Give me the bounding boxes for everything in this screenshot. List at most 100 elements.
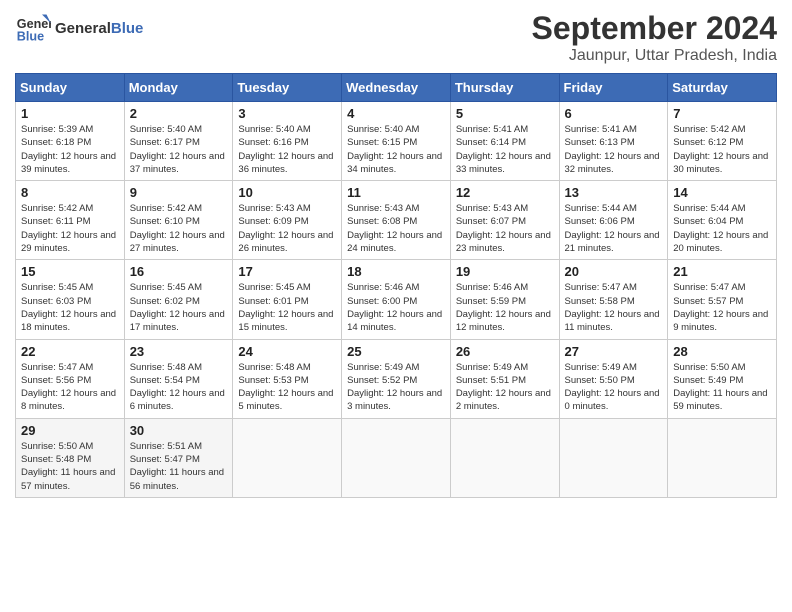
col-wednesday: Wednesday [342, 74, 451, 102]
calendar-cell [668, 418, 777, 497]
col-saturday: Saturday [668, 74, 777, 102]
day-number: 19 [456, 264, 554, 279]
day-info: Sunrise: 5:42 AMSunset: 6:10 PMDaylight:… [130, 202, 228, 255]
col-sunday: Sunday [16, 74, 125, 102]
day-info: Sunrise: 5:48 AMSunset: 5:54 PMDaylight:… [130, 361, 228, 414]
day-info: Sunrise: 5:42 AMSunset: 6:11 PMDaylight:… [21, 202, 119, 255]
day-info: Sunrise: 5:49 AMSunset: 5:51 PMDaylight:… [456, 361, 554, 414]
header-row: Sunday Monday Tuesday Wednesday Thursday… [16, 74, 777, 102]
calendar-cell [342, 418, 451, 497]
day-number: 17 [238, 264, 336, 279]
day-number: 23 [130, 344, 228, 359]
day-info: Sunrise: 5:46 AMSunset: 5:59 PMDaylight:… [456, 281, 554, 334]
day-number: 21 [673, 264, 771, 279]
calendar-cell: 4 Sunrise: 5:40 AMSunset: 6:15 PMDayligh… [342, 102, 451, 181]
day-number: 11 [347, 185, 445, 200]
day-number: 4 [347, 106, 445, 121]
calendar-cell: 3 Sunrise: 5:40 AMSunset: 6:16 PMDayligh… [233, 102, 342, 181]
day-number: 7 [673, 106, 771, 121]
col-monday: Monday [124, 74, 233, 102]
calendar-cell: 1 Sunrise: 5:39 AMSunset: 6:18 PMDayligh… [16, 102, 125, 181]
day-number: 26 [456, 344, 554, 359]
header: General Blue GeneralBlue September 2024 … [15, 10, 777, 65]
calendar-table: Sunday Monday Tuesday Wednesday Thursday… [15, 73, 777, 498]
col-thursday: Thursday [450, 74, 559, 102]
day-number: 25 [347, 344, 445, 359]
day-info: Sunrise: 5:48 AMSunset: 5:53 PMDaylight:… [238, 361, 336, 414]
day-info: Sunrise: 5:44 AMSunset: 6:04 PMDaylight:… [673, 202, 771, 255]
day-number: 5 [456, 106, 554, 121]
calendar-cell: 14 Sunrise: 5:44 AMSunset: 6:04 PMDaylig… [668, 181, 777, 260]
calendar-cell: 15 Sunrise: 5:45 AMSunset: 6:03 PMDaylig… [16, 260, 125, 339]
day-info: Sunrise: 5:43 AMSunset: 6:09 PMDaylight:… [238, 202, 336, 255]
calendar-cell: 29 Sunrise: 5:50 AMSunset: 5:48 PMDaylig… [16, 418, 125, 497]
day-info: Sunrise: 5:42 AMSunset: 6:12 PMDaylight:… [673, 123, 771, 176]
calendar-cell: 2 Sunrise: 5:40 AMSunset: 6:17 PMDayligh… [124, 102, 233, 181]
calendar-cell: 7 Sunrise: 5:42 AMSunset: 6:12 PMDayligh… [668, 102, 777, 181]
location-title: Jaunpur, Uttar Pradesh, India [532, 47, 777, 65]
calendar-cell: 22 Sunrise: 5:47 AMSunset: 5:56 PMDaylig… [16, 339, 125, 418]
calendar-cell: 21 Sunrise: 5:47 AMSunset: 5:57 PMDaylig… [668, 260, 777, 339]
calendar-cell: 13 Sunrise: 5:44 AMSunset: 6:06 PMDaylig… [559, 181, 668, 260]
day-info: Sunrise: 5:41 AMSunset: 6:14 PMDaylight:… [456, 123, 554, 176]
day-number: 1 [21, 106, 119, 121]
calendar-cell: 30 Sunrise: 5:51 AMSunset: 5:47 PMDaylig… [124, 418, 233, 497]
day-info: Sunrise: 5:44 AMSunset: 6:06 PMDaylight:… [565, 202, 663, 255]
calendar-cell: 18 Sunrise: 5:46 AMSunset: 6:00 PMDaylig… [342, 260, 451, 339]
day-info: Sunrise: 5:43 AMSunset: 6:07 PMDaylight:… [456, 202, 554, 255]
day-number: 29 [21, 423, 119, 438]
calendar-cell: 8 Sunrise: 5:42 AMSunset: 6:11 PMDayligh… [16, 181, 125, 260]
calendar-cell [233, 418, 342, 497]
calendar-cell: 10 Sunrise: 5:43 AMSunset: 6:09 PMDaylig… [233, 181, 342, 260]
day-number: 28 [673, 344, 771, 359]
calendar-cell: 27 Sunrise: 5:49 AMSunset: 5:50 PMDaylig… [559, 339, 668, 418]
day-info: Sunrise: 5:45 AMSunset: 6:03 PMDaylight:… [21, 281, 119, 334]
day-info: Sunrise: 5:39 AMSunset: 6:18 PMDaylight:… [21, 123, 119, 176]
day-info: Sunrise: 5:49 AMSunset: 5:52 PMDaylight:… [347, 361, 445, 414]
calendar-cell: 28 Sunrise: 5:50 AMSunset: 5:49 PMDaylig… [668, 339, 777, 418]
day-info: Sunrise: 5:40 AMSunset: 6:16 PMDaylight:… [238, 123, 336, 176]
col-tuesday: Tuesday [233, 74, 342, 102]
day-info: Sunrise: 5:50 AMSunset: 5:49 PMDaylight:… [673, 361, 771, 414]
day-info: Sunrise: 5:41 AMSunset: 6:13 PMDaylight:… [565, 123, 663, 176]
calendar-cell: 20 Sunrise: 5:47 AMSunset: 5:58 PMDaylig… [559, 260, 668, 339]
day-number: 20 [565, 264, 663, 279]
day-number: 3 [238, 106, 336, 121]
month-title: September 2024 [532, 10, 777, 47]
day-info: Sunrise: 5:43 AMSunset: 6:08 PMDaylight:… [347, 202, 445, 255]
day-info: Sunrise: 5:45 AMSunset: 6:02 PMDaylight:… [130, 281, 228, 334]
svg-text:Blue: Blue [17, 30, 44, 44]
col-friday: Friday [559, 74, 668, 102]
week-row-2: 8 Sunrise: 5:42 AMSunset: 6:11 PMDayligh… [16, 181, 777, 260]
day-number: 24 [238, 344, 336, 359]
day-info: Sunrise: 5:47 AMSunset: 5:57 PMDaylight:… [673, 281, 771, 334]
week-row-5: 29 Sunrise: 5:50 AMSunset: 5:48 PMDaylig… [16, 418, 777, 497]
day-number: 2 [130, 106, 228, 121]
calendar-cell: 16 Sunrise: 5:45 AMSunset: 6:02 PMDaylig… [124, 260, 233, 339]
day-number: 12 [456, 185, 554, 200]
week-row-1: 1 Sunrise: 5:39 AMSunset: 6:18 PMDayligh… [16, 102, 777, 181]
day-number: 27 [565, 344, 663, 359]
day-number: 13 [565, 185, 663, 200]
day-info: Sunrise: 5:45 AMSunset: 6:01 PMDaylight:… [238, 281, 336, 334]
calendar-cell: 17 Sunrise: 5:45 AMSunset: 6:01 PMDaylig… [233, 260, 342, 339]
day-number: 14 [673, 185, 771, 200]
calendar-cell: 9 Sunrise: 5:42 AMSunset: 6:10 PMDayligh… [124, 181, 233, 260]
calendar-cell [559, 418, 668, 497]
logo: General Blue GeneralBlue [15, 10, 143, 46]
day-number: 15 [21, 264, 119, 279]
logo-text: GeneralBlue [55, 20, 143, 37]
week-row-3: 15 Sunrise: 5:45 AMSunset: 6:03 PMDaylig… [16, 260, 777, 339]
calendar-cell: 24 Sunrise: 5:48 AMSunset: 5:53 PMDaylig… [233, 339, 342, 418]
title-area: September 2024 Jaunpur, Uttar Pradesh, I… [532, 10, 777, 65]
day-number: 10 [238, 185, 336, 200]
calendar-cell: 19 Sunrise: 5:46 AMSunset: 5:59 PMDaylig… [450, 260, 559, 339]
day-info: Sunrise: 5:47 AMSunset: 5:58 PMDaylight:… [565, 281, 663, 334]
day-info: Sunrise: 5:51 AMSunset: 5:47 PMDaylight:… [130, 440, 228, 493]
day-number: 8 [21, 185, 119, 200]
week-row-4: 22 Sunrise: 5:47 AMSunset: 5:56 PMDaylig… [16, 339, 777, 418]
day-number: 22 [21, 344, 119, 359]
calendar-cell: 26 Sunrise: 5:49 AMSunset: 5:51 PMDaylig… [450, 339, 559, 418]
day-info: Sunrise: 5:40 AMSunset: 6:17 PMDaylight:… [130, 123, 228, 176]
day-number: 6 [565, 106, 663, 121]
